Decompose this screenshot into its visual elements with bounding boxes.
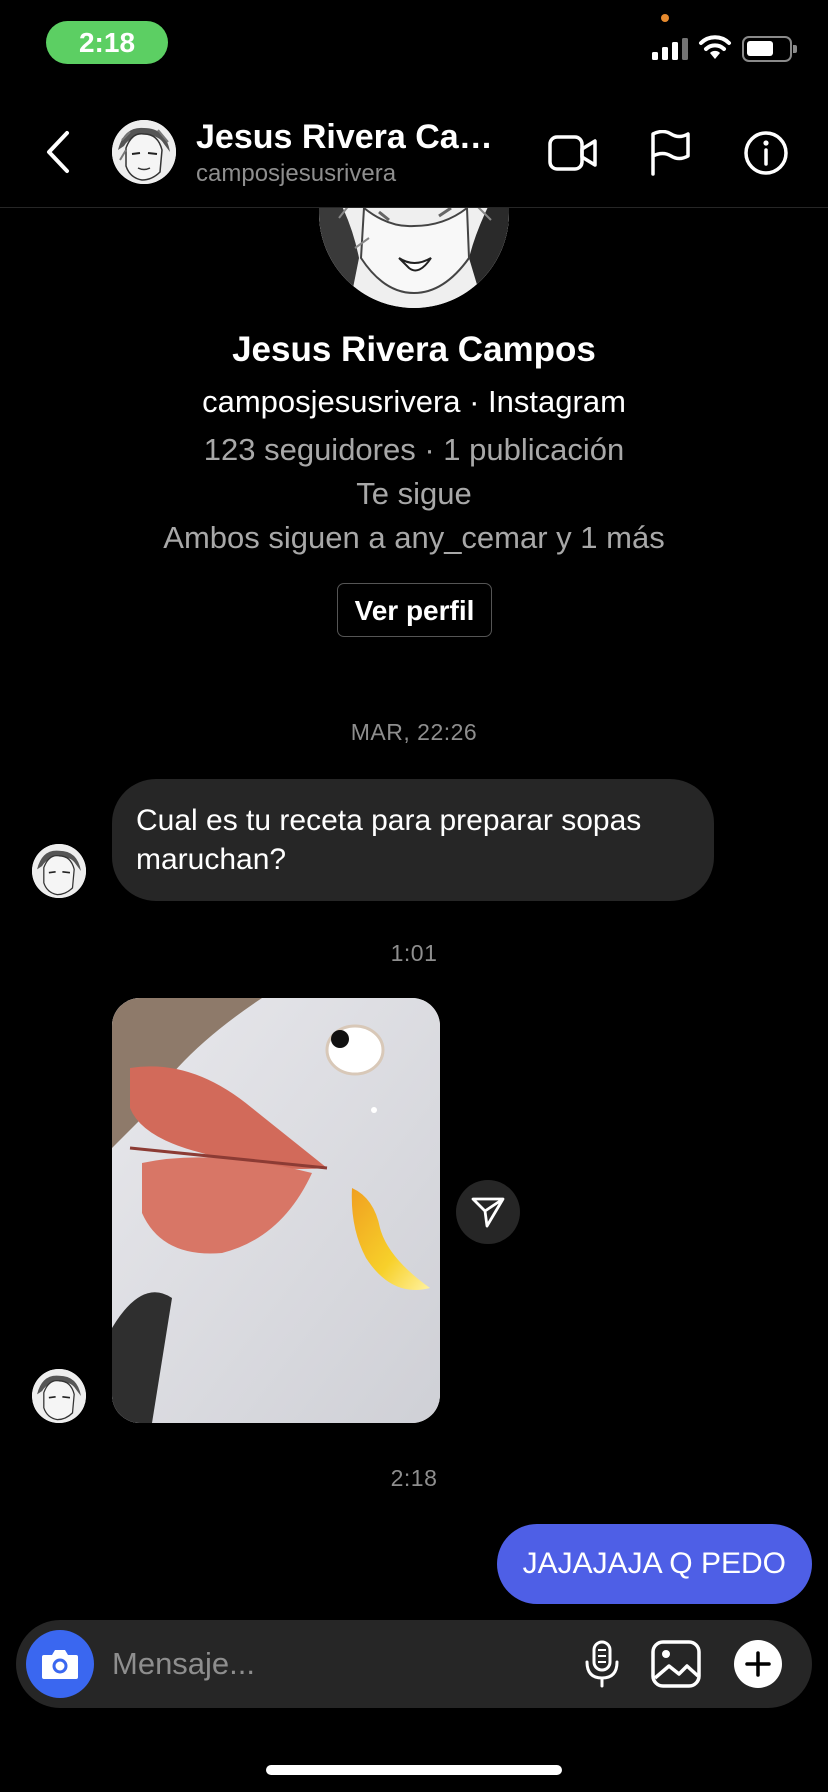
profile-subtitle: camposjesusrivera · Instagram	[202, 384, 626, 419]
timestamp: MAR, 22:26	[350, 719, 478, 745]
mic-in-use-indicator	[661, 14, 669, 22]
mutual-followers: Ambos siguen a any_cemar y 1 más	[163, 520, 665, 555]
flag-icon	[651, 130, 690, 176]
face-filter-photo	[112, 998, 440, 1423]
sender-avatar[interactable]	[32, 1369, 86, 1423]
share-button[interactable]	[456, 1180, 520, 1244]
header-username: camposjesusrivera	[196, 160, 397, 187]
back-button[interactable]	[38, 124, 78, 180]
manga-portrait-avatar	[32, 1369, 86, 1423]
profile-name: Jesus Rivera Campos	[232, 330, 596, 369]
outgoing-message[interactable]: JAJAJAJA Q PEDO	[496, 1524, 812, 1604]
home-indicator[interactable]	[266, 1765, 562, 1775]
video-call-button[interactable]	[546, 126, 600, 180]
back-chevron-icon	[47, 131, 69, 173]
shared-photo[interactable]	[112, 998, 440, 1423]
message-composer	[16, 1620, 812, 1708]
voice-message-button[interactable]	[574, 1636, 630, 1692]
more-options-button[interactable]	[730, 1636, 786, 1692]
incoming-message[interactable]: Cual es tu receta para preparar sopas ma…	[112, 779, 714, 901]
paper-plane-icon	[471, 1197, 505, 1228]
camera-button[interactable]	[26, 1630, 94, 1698]
manga-portrait-avatar	[32, 844, 86, 898]
report-button[interactable]	[643, 126, 697, 180]
microphone-icon	[585, 1640, 619, 1688]
cellular-signal-icon	[652, 38, 688, 60]
message-input[interactable]	[112, 1634, 492, 1694]
timestamp: 2:18	[390, 1465, 438, 1491]
status-bar: 2:18	[0, 0, 828, 90]
status-time[interactable]: 2:18	[46, 21, 168, 64]
camera-icon	[42, 1650, 78, 1679]
wifi-icon	[699, 35, 731, 59]
view-profile-button[interactable]: Ver perfil	[337, 583, 492, 637]
video-call-icon	[548, 135, 597, 171]
header-name[interactable]: Jesus Rivera Campos	[196, 118, 512, 157]
info-button[interactable]	[739, 126, 793, 180]
sender-avatar[interactable]	[32, 844, 86, 898]
plus-icon	[734, 1640, 782, 1688]
header-avatar[interactable]	[112, 120, 176, 184]
profile-stats: 123 seguidores · 1 publicación	[203, 432, 625, 467]
follows-you-label: Te sigue	[356, 476, 472, 511]
chat-header: Jesus Rivera Campos camposjesusrivera	[0, 100, 828, 208]
info-icon	[744, 131, 788, 175]
battery-icon	[742, 36, 797, 62]
gallery-button[interactable]	[648, 1636, 704, 1692]
gallery-icon	[651, 1640, 701, 1688]
manga-portrait-avatar	[112, 120, 176, 184]
timestamp: 1:01	[390, 940, 438, 966]
